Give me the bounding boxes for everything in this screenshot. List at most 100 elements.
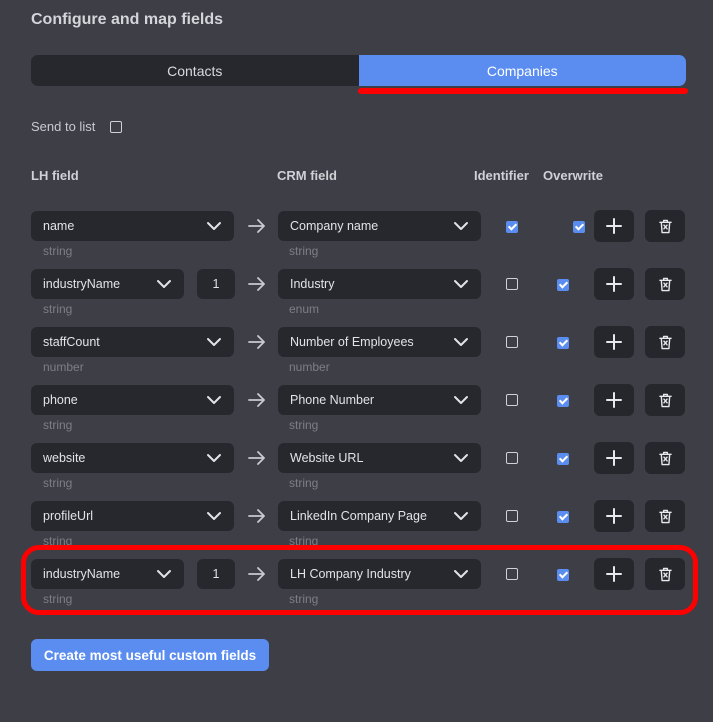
chevron-down-icon [206, 452, 222, 464]
mapping-row: staffCount number Number of Employees nu… [0, 326, 713, 385]
create-custom-fields-button[interactable]: Create most useful custom fields [31, 639, 269, 671]
crm-field-value: Number of Employees [290, 335, 414, 349]
trash-icon [658, 219, 672, 234]
crm-field-value: Industry [290, 277, 335, 291]
chevron-down-icon [453, 510, 469, 522]
lh-field-select[interactable]: name [31, 211, 234, 241]
crm-field-type: string [289, 418, 319, 432]
lh-field-select[interactable]: industryName [31, 269, 184, 299]
lh-field-value: staffCount [43, 335, 100, 349]
plus-icon [606, 450, 622, 466]
lh-field-type: number [43, 360, 84, 374]
lh-field-select[interactable]: website [31, 443, 234, 473]
chevron-down-icon [453, 278, 469, 290]
delete-row-button[interactable] [645, 268, 685, 300]
tab-contacts[interactable]: Contacts [31, 55, 359, 86]
add-row-button[interactable] [594, 268, 634, 300]
header-lh-field: LH field [31, 168, 79, 183]
chevron-down-icon [206, 510, 222, 522]
identifier-checkbox[interactable] [506, 394, 518, 406]
overwrite-checkbox[interactable] [557, 395, 569, 407]
arrow-right-icon [248, 508, 266, 524]
add-row-button[interactable] [594, 326, 634, 358]
add-row-button[interactable] [594, 210, 634, 242]
lh-field-select[interactable]: profileUrl [31, 501, 234, 531]
plus-icon [606, 218, 622, 234]
lh-field-value: website [43, 451, 86, 465]
add-row-button[interactable] [594, 500, 634, 532]
chevron-down-icon [156, 278, 172, 290]
lh-field-value: name [43, 219, 75, 233]
chevron-down-icon [453, 336, 469, 348]
send-to-list-checkbox[interactable] [110, 120, 123, 133]
lh-field-type: string [43, 244, 73, 258]
lh-field-select[interactable]: phone [31, 385, 234, 415]
plus-icon [606, 392, 622, 408]
send-to-list-label: Send to list [31, 119, 96, 134]
add-row-button[interactable] [594, 442, 634, 474]
chevron-down-icon [206, 336, 222, 348]
trash-icon [658, 509, 672, 524]
overwrite-checkbox[interactable] [557, 279, 569, 291]
chevron-down-icon [206, 394, 222, 406]
identifier-checkbox[interactable] [506, 452, 518, 464]
arrow-right-icon [248, 450, 266, 466]
delete-row-button[interactable] [645, 384, 685, 416]
delete-row-button[interactable] [645, 500, 685, 532]
crm-field-type: enum [289, 302, 320, 316]
overwrite-checkbox[interactable] [557, 453, 569, 465]
crm-field-type: number [289, 360, 330, 374]
mapping-row: phone string Phone Number string [0, 384, 713, 443]
identifier-checkbox[interactable] [506, 336, 518, 348]
identifier-checkbox[interactable] [506, 278, 518, 290]
delete-row-button[interactable] [645, 442, 685, 474]
overwrite-checkbox[interactable] [557, 337, 569, 349]
crm-field-select[interactable]: Company name [278, 211, 481, 241]
plus-icon [606, 276, 622, 292]
header-overwrite: Overwrite [543, 168, 603, 183]
index-input[interactable]: 1 [197, 269, 235, 299]
annotation-highlight [21, 545, 698, 615]
chevron-down-icon [453, 394, 469, 406]
trash-icon [658, 451, 672, 466]
plus-icon [606, 334, 622, 350]
crm-field-value: Company name [290, 219, 379, 233]
crm-field-select[interactable]: Number of Employees [278, 327, 481, 357]
trash-icon [658, 277, 672, 292]
page-title: Configure and map fields [31, 11, 224, 28]
arrow-right-icon [248, 392, 266, 408]
header-crm-field: CRM field [277, 168, 337, 183]
crm-field-select[interactable]: Phone Number [278, 385, 481, 415]
arrow-right-icon [248, 276, 266, 292]
delete-row-button[interactable] [645, 210, 685, 242]
trash-icon [658, 335, 672, 350]
crm-field-value: LinkedIn Company Page [290, 509, 427, 523]
lh-field-value: industryName [43, 277, 121, 291]
overwrite-checkbox[interactable] [557, 511, 569, 523]
chevron-down-icon [206, 220, 222, 232]
add-row-button[interactable] [594, 384, 634, 416]
mapping-row: industryName string 1 Industry enum [0, 268, 713, 327]
crm-field-type: string [289, 244, 319, 258]
object-tabs: Contacts Companies [31, 55, 686, 86]
identifier-checkbox[interactable] [506, 510, 518, 522]
crm-field-select[interactable]: LinkedIn Company Page [278, 501, 481, 531]
crm-field-select[interactable]: Website URL [278, 443, 481, 473]
overwrite-checkbox[interactable] [573, 221, 586, 233]
header-identifier: Identifier [474, 168, 529, 183]
crm-field-type: string [289, 476, 319, 490]
crm-field-value: Website URL [290, 451, 364, 465]
identifier-checkbox[interactable] [506, 221, 518, 233]
crm-field-select[interactable]: Industry [278, 269, 481, 299]
lh-field-type: string [43, 302, 73, 316]
arrow-right-icon [248, 218, 266, 234]
lh-field-type: string [43, 418, 73, 432]
send-to-list: Send to list [31, 119, 123, 134]
lh-field-value: phone [43, 393, 78, 407]
tab-companies[interactable]: Companies [358, 55, 686, 86]
lh-field-select[interactable]: staffCount [31, 327, 234, 357]
lh-field-type: string [43, 476, 73, 490]
chevron-down-icon [453, 452, 469, 464]
mapping-row: name string Company name string [0, 210, 713, 269]
delete-row-button[interactable] [645, 326, 685, 358]
